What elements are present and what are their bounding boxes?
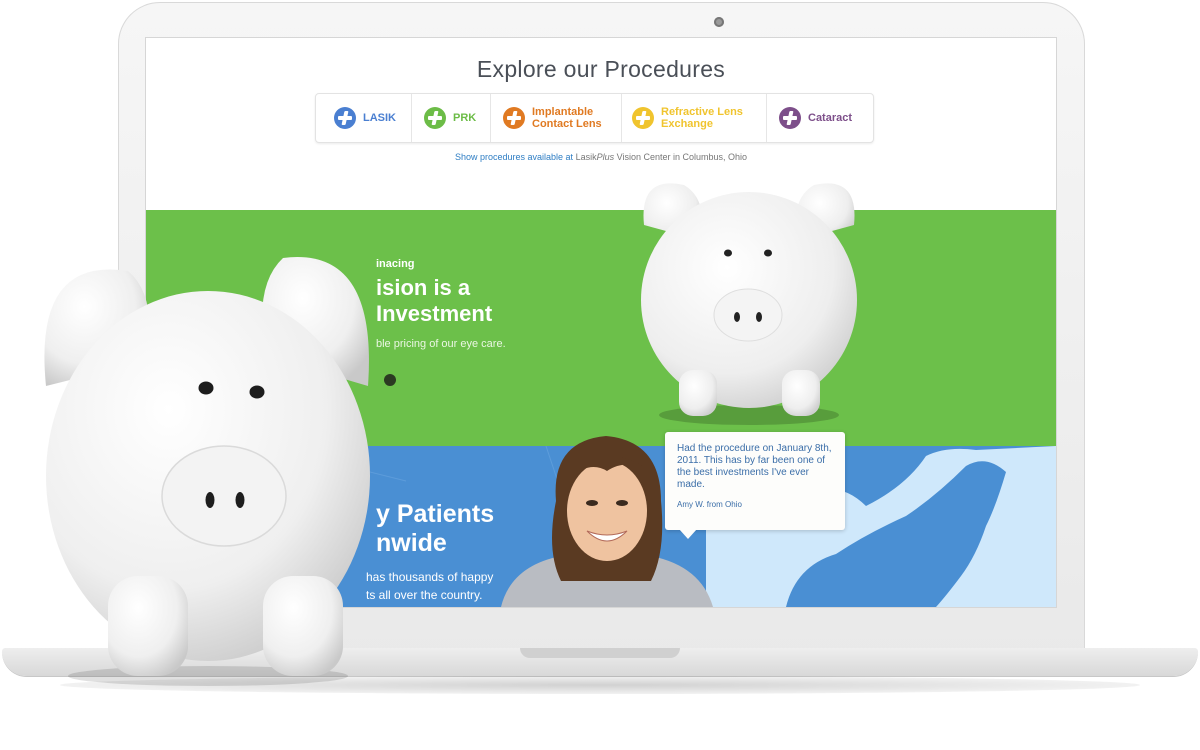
- testimonial-quote: Had the procedure on January 8th, 2011. …: [677, 443, 832, 490]
- financing-button-edge[interactable]: [384, 374, 396, 386]
- plus-icon: [424, 107, 446, 129]
- laptop-notch: [520, 648, 680, 658]
- financing-kicker: inacing: [376, 258, 415, 270]
- piggy-bank-small-image: [641, 183, 857, 425]
- procedure-label: Cataract: [808, 112, 853, 124]
- patients-heading: y Patients nwide: [376, 500, 495, 557]
- plus-icon: [334, 107, 356, 129]
- procedure-label: Refractive Lens Exchange: [661, 106, 743, 130]
- camera-icon: [714, 17, 724, 27]
- financing-heading: ision is a Investment: [376, 275, 493, 326]
- procedure-lasik[interactable]: LASIK: [316, 94, 412, 142]
- procedures-menu: LASIK PRK Implantable Contact Lens Refra…: [315, 93, 874, 143]
- procedure-cataract[interactable]: Cataract: [767, 94, 873, 142]
- patients-body: has thousands of happy ts all over the c…: [366, 570, 494, 602]
- procedure-prk[interactable]: PRK: [412, 94, 491, 142]
- plus-icon: [632, 107, 654, 129]
- financing-body: ble pricing of our eye care.: [376, 338, 506, 350]
- procedure-label: LASIK: [363, 112, 396, 124]
- procedure-refractive-lens-exchange[interactable]: Refractive Lens Exchange: [622, 94, 767, 142]
- testimonial-author: Amy W. from Ohio: [677, 500, 742, 509]
- procedures-title: Explore our Procedures: [476, 56, 726, 82]
- procedures-location-note: Show procedures available at LasikPlus V…: [454, 152, 748, 162]
- procedure-label: PRK: [453, 112, 477, 124]
- plus-icon: [503, 107, 525, 129]
- testimonial-bubble: Had the procedure on January 8th, 2011. …: [665, 432, 845, 539]
- show-procedures-link[interactable]: Show procedures available at: [455, 152, 573, 162]
- piggy-bank-large-image: [44, 257, 370, 686]
- plus-icon: [779, 107, 801, 129]
- procedure-label: Implantable Contact Lens: [532, 106, 602, 130]
- procedure-implantable-contact-lens[interactable]: Implantable Contact Lens: [491, 94, 622, 142]
